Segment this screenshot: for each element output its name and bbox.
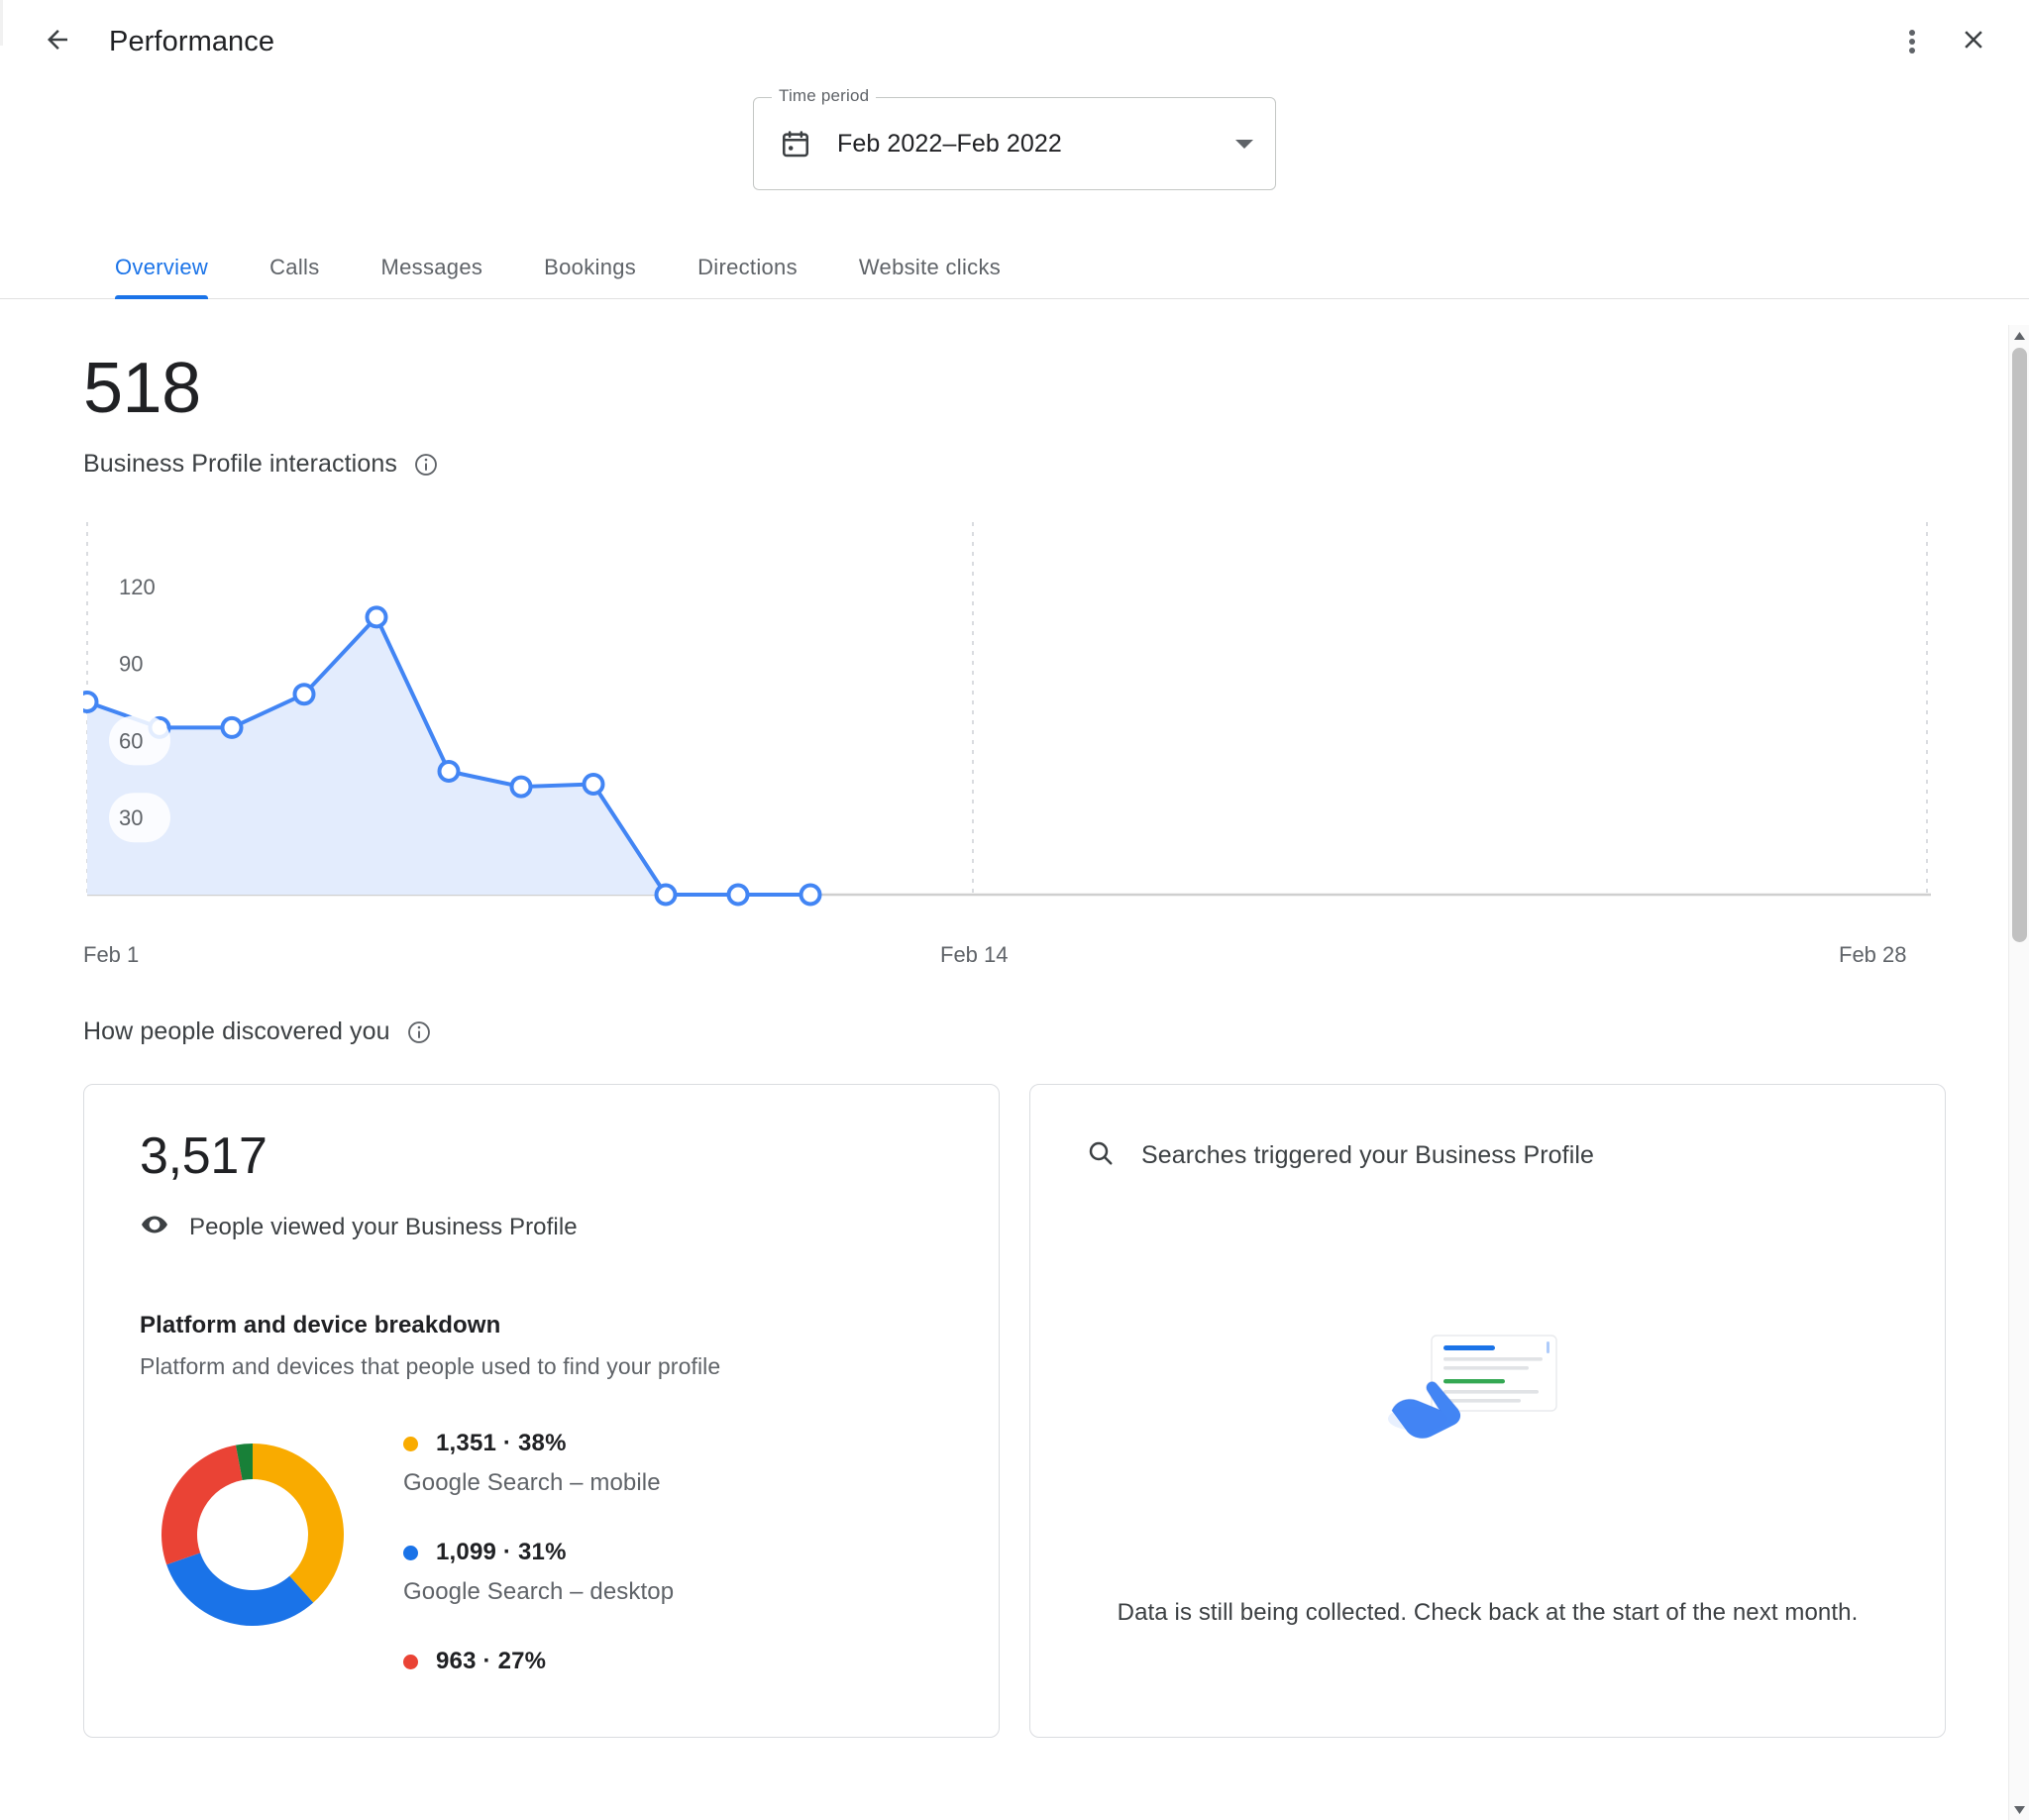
time-period-value: Feb 2022–Feb 2022 (837, 130, 1235, 159)
xaxis-tick-start: Feb 1 (83, 942, 139, 968)
tab-bookings-label: Bookings (544, 255, 636, 279)
legend-value: 963 · 27% (436, 1648, 546, 1675)
chevron-down-icon[interactable] (1235, 140, 1253, 149)
searches-card[interactable]: Searches triggered your Business Profile (1029, 1084, 1946, 1738)
profile-views-card[interactable]: 3,517 People viewed your Business Profil… (83, 1084, 1000, 1738)
tab-messages[interactable]: Messages (381, 255, 483, 298)
tab-calls-label: Calls (269, 255, 319, 279)
page-title: Performance (109, 26, 274, 58)
tab-bookings[interactable]: Bookings (544, 255, 636, 298)
breakdown-chart-row: 1,351 · 38% Google Search – mobile 1,099… (140, 1422, 943, 1717)
tab-overview-label: Overview (115, 255, 208, 279)
platform-donut-svg (140, 1422, 366, 1648)
donut-slice[interactable] (253, 1444, 344, 1603)
platform-donut-chart[interactable] (140, 1422, 366, 1653)
legend-item[interactable]: 1,351 · 38% Google Search – mobile (403, 1430, 943, 1497)
discovery-cards: 3,517 People viewed your Business Profil… (83, 1084, 1946, 1738)
discovery-section-header: How people discovered you (83, 1017, 1946, 1046)
interactions-label: Business Profile interactions (83, 450, 397, 479)
tab-directions-label: Directions (697, 255, 798, 279)
scrollbar-thumb[interactable] (2012, 348, 2027, 942)
yaxis-tick-label: 120 (119, 575, 156, 599)
chart-data-point[interactable] (368, 607, 386, 626)
kebab-menu-icon (1909, 27, 1915, 56)
time-period-row: Time period Feb 2022–Feb 2022 (0, 97, 2029, 190)
time-period-legend: Time period (772, 86, 876, 106)
tab-website-clicks[interactable]: Website clicks (859, 255, 1001, 298)
close-button[interactable] (1946, 14, 2001, 69)
searches-card-title: Searches triggered your Business Profile (1141, 1141, 1594, 1170)
time-period-select[interactable]: Time period Feb 2022–Feb 2022 (753, 97, 1276, 190)
profile-views-label: People viewed your Business Profile (189, 1214, 578, 1241)
yaxis-tick-label: 90 (119, 652, 143, 677)
legend-value: 1,351 · 38% (436, 1430, 567, 1457)
vertical-scrollbar[interactable] (2008, 325, 2029, 1820)
yaxis-tick-label: 60 (119, 728, 143, 753)
chart-data-point[interactable] (83, 693, 97, 711)
interactions-total: 518 (83, 353, 1946, 424)
searches-card-header: Searches triggered your Business Profile (1086, 1130, 1889, 1173)
scroll-down-arrow-icon[interactable] (2009, 1799, 2029, 1820)
search-icon (1086, 1138, 1116, 1173)
donut-slice[interactable] (161, 1445, 243, 1565)
chart-data-point[interactable] (223, 718, 242, 737)
breakdown-description: Platform and devices that people used to… (140, 1353, 943, 1380)
eye-icon (140, 1210, 169, 1244)
donut-slice[interactable] (166, 1552, 313, 1626)
interactions-chart[interactable]: 306090120 Feb 1 Feb 14 Feb 28 (83, 514, 1931, 930)
info-icon[interactable] (406, 1019, 432, 1045)
chart-data-point[interactable] (585, 775, 603, 794)
performance-page: Performance Time period (0, 0, 2029, 1820)
more-options-button[interactable] (1884, 14, 1940, 69)
search-results-hand-illustration (1086, 1322, 1889, 1470)
interactions-label-row: Business Profile interactions (83, 450, 1946, 479)
breakdown-title: Platform and device breakdown (140, 1312, 943, 1339)
tab-website-clicks-label: Website clicks (859, 255, 1001, 279)
legend-value: 1,099 · 31% (436, 1539, 567, 1566)
profile-views-value: 3,517 (140, 1130, 943, 1182)
calendar-icon (780, 128, 811, 160)
xaxis-tick-end: Feb 28 (1839, 942, 1907, 968)
chart-area-fill (87, 617, 810, 895)
performance-tabs: Overview Calls Messages Bookings Directi… (0, 234, 2029, 299)
profile-views-label-row: People viewed your Business Profile (140, 1210, 943, 1244)
platform-legend: 1,351 · 38% Google Search – mobile 1,099… (403, 1422, 943, 1717)
tab-calls[interactable]: Calls (269, 255, 319, 298)
legend-color-swatch (403, 1655, 418, 1669)
chart-data-point[interactable] (295, 685, 314, 703)
tab-messages-label: Messages (381, 255, 483, 279)
legend-color-swatch (403, 1437, 418, 1451)
back-button[interactable] (30, 14, 85, 69)
legend-item[interactable]: 963 · 27% (403, 1648, 943, 1675)
tab-directions[interactable]: Directions (697, 255, 798, 298)
chart-data-point[interactable] (801, 886, 820, 905)
legend-item[interactable]: 1,099 · 31% Google Search – desktop (403, 1539, 943, 1606)
interactions-chart-svg: 30 60 90 120 (83, 514, 1931, 930)
tab-overview[interactable]: Overview (115, 255, 208, 298)
top-app-bar: Performance (0, 0, 2029, 83)
chart-data-point[interactable] (657, 886, 676, 905)
arrow-left-icon (43, 25, 72, 59)
performance-content: 518 Business Profile interactions (0, 299, 2029, 1797)
chart-data-point[interactable] (729, 886, 748, 905)
chart-data-point[interactable] (512, 778, 531, 797)
yaxis-tick-label: 30 (119, 805, 143, 830)
close-icon (1959, 25, 1988, 59)
chart-data-point[interactable] (440, 762, 459, 781)
info-icon[interactable] (413, 452, 439, 478)
scroll-up-arrow-icon[interactable] (2009, 325, 2029, 346)
legend-label: Google Search – desktop (403, 1578, 943, 1606)
searches-empty-message: Data is still being collected. Check bac… (1086, 1599, 1889, 1627)
discovery-title: How people discovered you (83, 1017, 390, 1046)
legend-color-swatch (403, 1546, 418, 1560)
legend-label: Google Search – mobile (403, 1469, 943, 1497)
xaxis-tick-mid: Feb 14 (940, 942, 1009, 968)
